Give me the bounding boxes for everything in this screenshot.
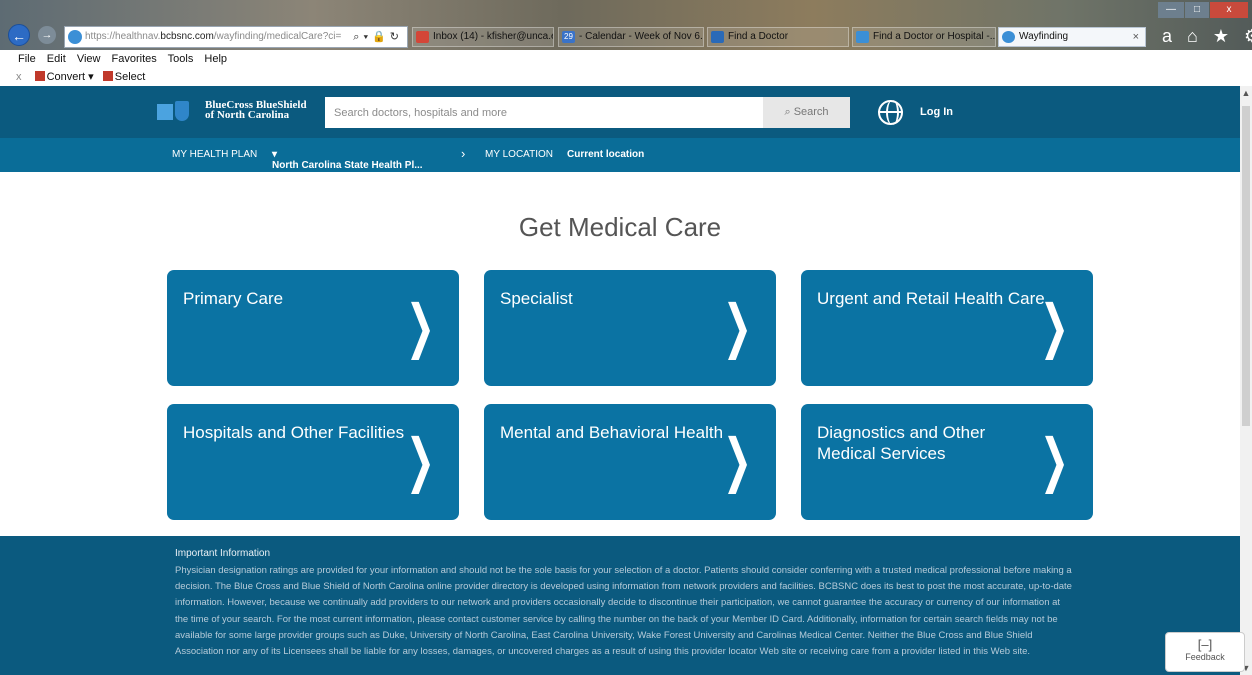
maximize-button[interactable]: □ xyxy=(1185,2,1209,18)
close-tab-icon[interactable]: × xyxy=(1133,28,1139,46)
tab-find-a-doctor-or-hospital[interactable]: Find a Doctor or Hospital -... xyxy=(852,27,996,47)
feedback-icon: [–] xyxy=(1197,637,1213,652)
logo-line2: of North Carolina xyxy=(205,109,290,121)
search-button[interactable]: ⌕ Search xyxy=(763,97,850,128)
card-urgent-and-retail-health-care[interactable]: Urgent and Retail Health Care ❯ xyxy=(801,270,1093,386)
tab-inbox[interactable]: Inbox (14) - kfisher@unca.e... xyxy=(412,27,554,47)
feedback-button[interactable]: [–] Feedback xyxy=(1165,632,1245,672)
card-diagnostics-and-other-medical-services[interactable]: Diagnostics and Other Medical Services ❯ xyxy=(801,404,1093,520)
forward-button[interactable]: → xyxy=(38,26,56,44)
close-toolbar-icon[interactable]: x xyxy=(16,71,22,83)
convert-pdf-icon xyxy=(34,71,45,81)
minimize-button[interactable]: — xyxy=(1158,2,1184,18)
card-specialist[interactable]: Specialist ❯ xyxy=(484,270,776,386)
gmail-icon xyxy=(416,31,429,43)
menu-file[interactable]: File xyxy=(18,53,36,65)
chevron-right-icon: ❯ xyxy=(1040,428,1070,493)
important-information-footer: Important Information Physician designat… xyxy=(0,536,1240,675)
health-plan-dropdown[interactable]: North Carolina State Health Pl... ▾ xyxy=(272,149,423,171)
footer-disclaimer: Physician designation ratings are provid… xyxy=(175,565,1072,658)
menu-tools[interactable]: Tools xyxy=(168,53,194,65)
tab-wayfinding[interactable]: Wayfinding × xyxy=(998,27,1146,47)
chevron-right-icon: ❯ xyxy=(723,294,753,359)
scroll-up-icon[interactable]: ▲ xyxy=(1241,88,1251,98)
card-mental-and-behavioral-health[interactable]: Mental and Behavioral Health ❯ xyxy=(484,404,776,520)
subnav-bar: MY HEALTH PLAN North Carolina State Heal… xyxy=(0,138,1240,172)
site-icon xyxy=(711,31,724,43)
address-prefix: https://healthnav. xyxy=(85,31,161,42)
chevron-right-icon: ❯ xyxy=(406,428,436,493)
toolbar-icons[interactable]: a ⌂ ★ ⚙ xyxy=(1162,26,1252,47)
select-pdf-icon xyxy=(102,71,113,81)
login-link[interactable]: Log In xyxy=(920,106,953,118)
address-path: /wayfinding/medicalCare?ci= xyxy=(213,31,342,42)
search-input[interactable] xyxy=(325,97,763,128)
bcbs-icon xyxy=(856,31,869,43)
select-button[interactable]: Select xyxy=(115,71,146,83)
card-hospitals-and-other-facilities[interactable]: Hospitals and Other Facilities ❯ xyxy=(167,404,459,520)
browser-chrome: ← → https://healthnav.bcbsnc.com/wayfind… xyxy=(0,0,1252,50)
search-icon: ⌕ xyxy=(784,106,791,118)
card-primary-care[interactable]: Primary Care ❯ xyxy=(167,270,459,386)
tab-find-a-doctor[interactable]: Find a Doctor xyxy=(707,27,849,47)
menu-help[interactable]: Help xyxy=(204,53,227,65)
chevron-right-icon: ❯ xyxy=(1040,294,1070,359)
close-window-button[interactable]: x xyxy=(1210,2,1248,18)
blue-cross-icon xyxy=(157,104,173,120)
ie-page-icon xyxy=(68,30,82,44)
menu-view[interactable]: View xyxy=(77,53,101,65)
my-location-label: MY LOCATION xyxy=(485,149,553,160)
page-scrollbar[interactable]: ▲ ▼ xyxy=(1240,86,1252,675)
site-header: BlueCross BlueShield of North Carolina ⌕… xyxy=(0,86,1240,138)
globe-icon[interactable] xyxy=(878,100,903,125)
calendar-icon: 29 xyxy=(562,31,575,43)
address-bar[interactable]: https://healthnav.bcbsnc.com/wayfinding/… xyxy=(64,26,408,48)
convert-button[interactable]: Convert xyxy=(47,71,86,83)
ie-page-icon xyxy=(1002,31,1015,43)
chevron-right-icon: ❯ xyxy=(406,294,436,359)
back-button[interactable]: ← xyxy=(8,24,30,46)
address-controls-icon[interactable]: ⌕▾🔒↻ xyxy=(353,27,403,47)
blue-shield-icon xyxy=(175,101,189,121)
page-title: Get Medical Care xyxy=(518,212,722,242)
footer-heading: Important Information xyxy=(175,548,271,559)
menu-edit[interactable]: Edit xyxy=(47,53,66,65)
tab-calendar[interactable]: 29 - Calendar - Week of Nov 6... xyxy=(558,27,704,47)
current-location-link[interactable]: Current location xyxy=(567,149,644,160)
chevron-right-icon: › xyxy=(461,146,466,161)
menu-favorites[interactable]: Favorites xyxy=(112,53,157,65)
scrollbar-thumb[interactable] xyxy=(1242,106,1250,426)
my-health-plan-label: MY HEALTH PLAN xyxy=(172,149,258,160)
chevron-right-icon: ❯ xyxy=(723,428,753,493)
menu-bar: File Edit View Favorites Tools Help x Co… xyxy=(0,50,1252,86)
address-domain: bcbsnc.com xyxy=(160,31,214,42)
